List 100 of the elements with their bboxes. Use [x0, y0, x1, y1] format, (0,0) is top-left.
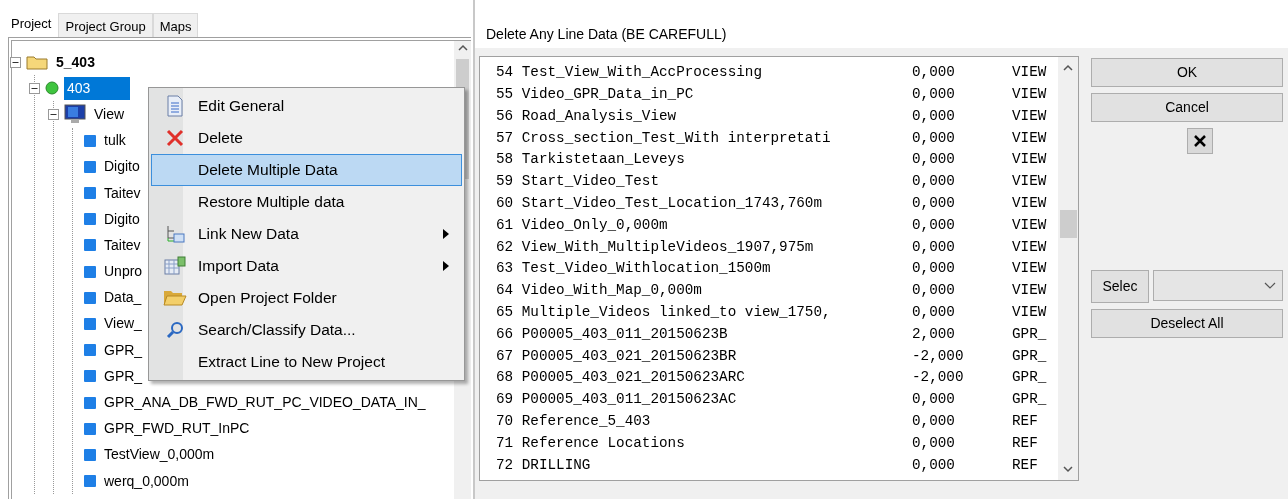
deselect-all-button[interactable]: Deselect All [1091, 309, 1283, 338]
delete-icon [165, 128, 185, 148]
square-icon [84, 291, 96, 304]
square-icon [84, 448, 96, 461]
tree-item[interactable]: GPR_FWD_RUT_InPC [101, 417, 253, 441]
line-name[interactable]: 62 View_With_MultipleVideos_1907,975m [496, 236, 912, 258]
select-button[interactable]: Selec [1091, 270, 1149, 303]
line-type: REF [1012, 455, 1038, 475]
line-value: 0,000 [912, 63, 956, 83]
menu-item[interactable]: Link New Data [151, 218, 462, 250]
line-value: 0,000 [912, 150, 956, 170]
scroll-down-icon[interactable] [1062, 464, 1074, 474]
menu-item[interactable]: Extract Line to New Project [151, 346, 462, 378]
tree-item[interactable]: Data_ [101, 286, 145, 310]
line-name[interactable]: 60 Start_Video_Test_Location_1743,760m [496, 192, 912, 215]
line-name[interactable]: 58 Tarkistetaan_Leveys [496, 149, 912, 171]
status-dot-icon [45, 81, 59, 96]
tree-item[interactable]: GPR_ [101, 364, 146, 388]
line-type: VIEW [1012, 237, 1047, 257]
line-name[interactable]: 55 Video_GPR_Data_in_PC [496, 83, 912, 106]
search-icon [166, 321, 184, 339]
collapse-toggle[interactable] [48, 108, 59, 120]
line-name[interactable]: 69 P00005_403_011_20150623AC [496, 389, 912, 411]
tree-item[interactable]: Unpro [101, 260, 146, 284]
menu-item[interactable]: Restore Multiple data [151, 186, 462, 218]
menu-item[interactable]: Import Data [151, 250, 462, 282]
line-value: 0,000 [912, 281, 956, 301]
tree-item[interactable]: Taitev [101, 233, 144, 257]
tree-item[interactable]: Digito [101, 155, 143, 179]
line-value: 0,000 [912, 302, 956, 322]
line-type: GPR_ [1012, 346, 1047, 366]
line-name[interactable]: 64 Video_With_Map_0,000m [496, 280, 912, 302]
line-type: REF [1012, 433, 1038, 453]
line-type: VIEW [1012, 150, 1047, 170]
line-value: 0,000 [912, 411, 956, 431]
tree-item[interactable]: 403 [64, 76, 131, 100]
line-name[interactable]: 71 Reference Locations [496, 432, 912, 455]
line-value: 0,000 [912, 128, 956, 148]
line-type: GPR_ [1012, 324, 1047, 344]
line-name[interactable]: 61 Video_Only_0,000m [496, 214, 912, 237]
line-value: -2,000 [912, 368, 965, 388]
line-type: VIEW [1012, 215, 1047, 235]
close-icon [1193, 134, 1207, 148]
cancel-button[interactable]: Cancel [1091, 93, 1283, 122]
line-name[interactable]: 66 P00005_403_011_20150623B [496, 323, 912, 346]
line-type: VIEW [1012, 84, 1047, 104]
square-icon [84, 160, 96, 173]
menu-item[interactable]: Search/Classify Data... [151, 314, 462, 346]
tree-item[interactable]: werq_0,000m [101, 469, 192, 493]
tree-item[interactable]: 5_403 [53, 50, 98, 74]
line-type: VIEW [1012, 172, 1047, 192]
ok-button[interactable]: OK [1091, 58, 1283, 87]
monitor-icon [64, 104, 86, 125]
tab[interactable]: Maps [152, 13, 199, 37]
tree-item[interactable]: View [91, 102, 128, 126]
import-icon [164, 256, 186, 276]
tree-item[interactable]: Taitev [101, 181, 144, 205]
line-name[interactable]: 67 P00005_403_021_20150623BR [496, 345, 912, 367]
square-icon [84, 239, 96, 252]
submenu-arrow-icon [443, 229, 449, 239]
tree-item[interactable]: tulk [101, 129, 129, 153]
tab[interactable]: Project Group [58, 13, 153, 37]
square-icon [84, 422, 96, 435]
collapse-toggle[interactable] [29, 82, 40, 94]
line-name[interactable]: 68 P00005_403_021_20150623ARC [496, 367, 912, 389]
line-name[interactable]: 56 Road_Analysis_View [496, 105, 912, 128]
scrollbar[interactable] [1058, 57, 1078, 480]
line-name[interactable]: 59 Start_Video_Test [496, 171, 912, 193]
line-name[interactable]: 57 Cross_section_Test_With interpretati [496, 127, 912, 149]
scroll-thumb[interactable] [1059, 209, 1077, 238]
line-value: 0,000 [912, 259, 956, 279]
menu-item[interactable]: Delete [151, 122, 462, 154]
square-icon [84, 475, 96, 488]
line-name[interactable]: 72 DRILLING [496, 454, 912, 476]
menu-item[interactable]: Open Project Folder [151, 282, 462, 314]
tree-item[interactable]: View_ [101, 312, 145, 336]
line-name[interactable]: 70 Reference_5_403 [496, 410, 912, 433]
line-name[interactable]: 65 Multiple_Videos linked_to view_1750, [496, 301, 912, 324]
square-icon [84, 213, 96, 226]
clear-button[interactable] [1187, 128, 1213, 154]
line-type: GPR_ [1012, 368, 1047, 388]
collapse-toggle[interactable] [10, 56, 21, 68]
line-name[interactable]: 54 Test_View_With_AccProcessing [496, 62, 912, 84]
line-name[interactable]: 63 Test_Video_Withlocation_1500m [496, 258, 912, 280]
menu-item[interactable]: Edit General [151, 90, 462, 122]
line-type: VIEW [1012, 302, 1047, 322]
line-type: VIEW [1012, 128, 1047, 148]
line-value: 0,000 [912, 433, 956, 453]
chevron-down-icon [1264, 281, 1276, 290]
tree-item[interactable]: Digito [101, 207, 143, 231]
tree-item[interactable]: GPR_ [101, 338, 146, 362]
menu-item[interactable]: Delete Multiple Data [151, 154, 462, 186]
square-icon [84, 265, 96, 278]
line-value: 0,000 [912, 106, 956, 126]
line-type: VIEW [1012, 259, 1047, 279]
tree-item[interactable]: TestView_0,000m [101, 443, 218, 467]
line-value: 0,000 [912, 390, 956, 410]
tree-item[interactable]: GPR_ANA_DB_FWD_RUT_PC_VIDEO_DATA_IN_ [101, 391, 429, 415]
scroll-up-icon[interactable] [1062, 63, 1074, 73]
folder-icon [163, 289, 187, 307]
